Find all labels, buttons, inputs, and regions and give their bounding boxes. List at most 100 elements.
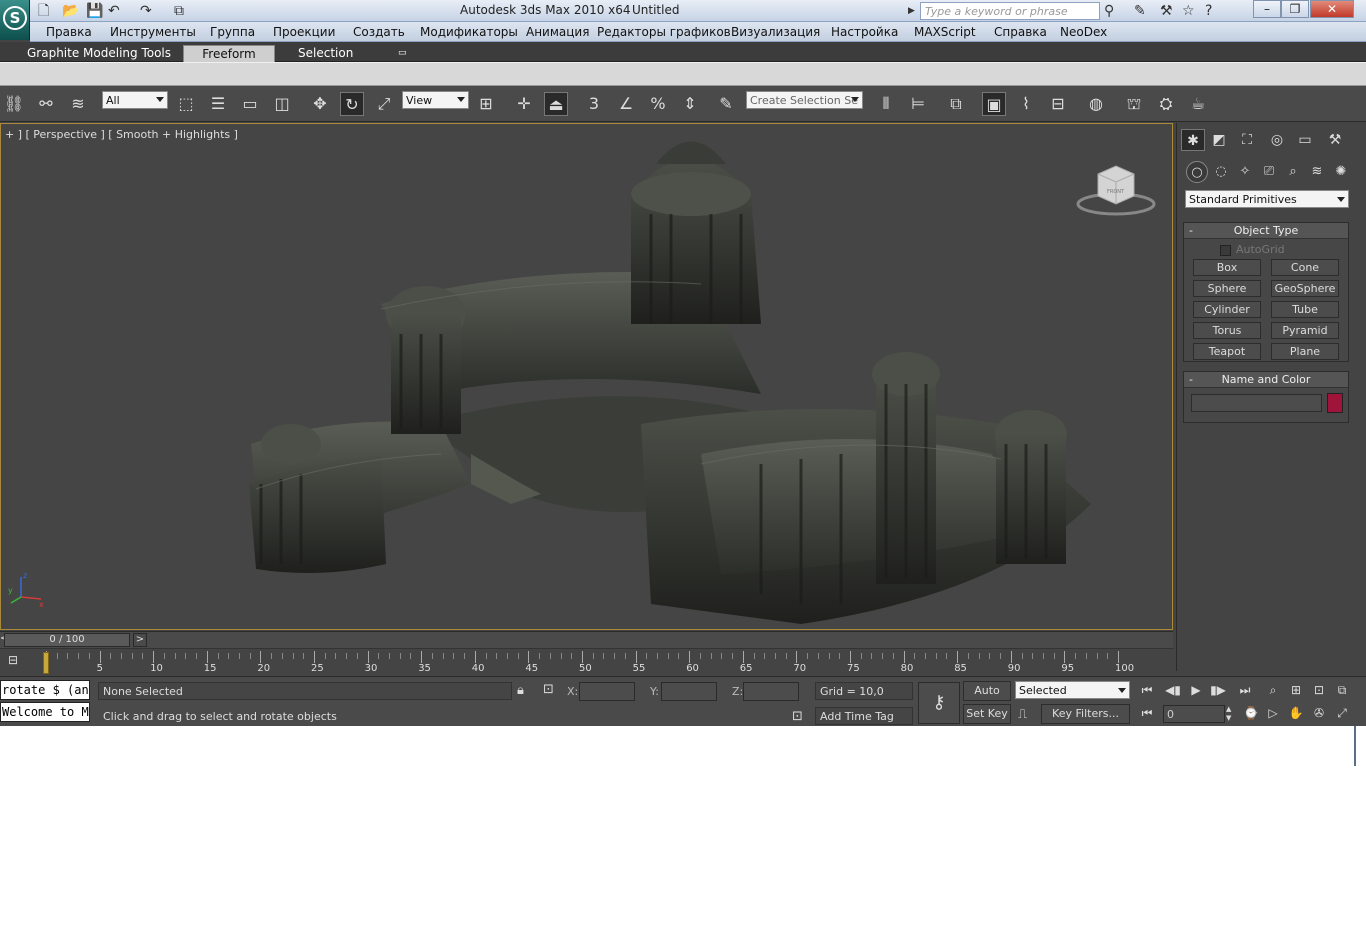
- undo-icon[interactable]: ↶: [108, 2, 120, 20]
- primitive-category-dropdown[interactable]: Standard Primitives: [1185, 190, 1349, 208]
- tab-freeform[interactable]: Freeform: [183, 45, 275, 62]
- select-by-name-icon[interactable]: ☰: [206, 92, 230, 116]
- menu-item[interactable]: Проекции: [273, 25, 335, 39]
- box-button[interactable]: Box: [1193, 259, 1261, 276]
- plane-button[interactable]: Plane: [1271, 343, 1339, 360]
- zoom-extents-icon[interactable]: ⊡: [1308, 680, 1330, 700]
- menu-item[interactable]: Редакторы графиков: [597, 25, 731, 39]
- ribbon-options-icon[interactable]: ▭: [388, 45, 417, 62]
- modify-tab-icon[interactable]: ◩: [1207, 129, 1231, 151]
- pivot-center-icon[interactable]: ⊞: [474, 92, 498, 116]
- menu-item[interactable]: Модификаторы: [420, 25, 518, 39]
- tab-selection[interactable]: Selection: [288, 45, 363, 62]
- mini-curve-editor-icon[interactable]: ⊟: [3, 653, 23, 671]
- menu-item[interactable]: NeoDex: [1060, 25, 1107, 39]
- previous-frame-icon[interactable]: ◀︎▮: [1162, 680, 1184, 700]
- communication-center-icon[interactable]: ✎: [1134, 2, 1146, 20]
- time-configuration-icon[interactable]: ⌚: [1240, 703, 1262, 723]
- time-slider-thumb[interactable]: 0 / 100: [4, 633, 130, 647]
- menu-item[interactable]: MAXScript: [914, 25, 976, 39]
- menu-item[interactable]: Настройка: [831, 25, 898, 39]
- time-slider[interactable]: < 0 / 100 >: [0, 631, 1173, 648]
- field-of-view-icon[interactable]: ▷: [1262, 703, 1284, 723]
- close-button[interactable]: ✕: [1310, 0, 1354, 18]
- next-frame-arrow[interactable]: >: [133, 633, 147, 647]
- lights-icon[interactable]: ✧: [1234, 161, 1256, 183]
- material-editor-icon[interactable]: ◍: [1084, 92, 1108, 116]
- teapot-button[interactable]: Teapot: [1193, 343, 1261, 360]
- perspective-viewport[interactable]: + ] [ Perspective ] [ Smooth + Highlight…: [0, 123, 1173, 630]
- select-object-icon[interactable]: ⬚: [174, 92, 198, 116]
- ribbon-title[interactable]: Graphite Modeling Tools: [17, 45, 181, 62]
- menu-item[interactable]: Инструменты: [110, 25, 196, 39]
- auto-key-button[interactable]: Auto Key: [963, 681, 1011, 715]
- scale-icon[interactable]: ⤢: [372, 92, 396, 116]
- cameras-icon[interactable]: ⎚: [1258, 161, 1280, 183]
- frame-spinner-icon[interactable]: ▲ ▼: [1226, 705, 1236, 723]
- zoom-icon[interactable]: ⌕: [1262, 680, 1284, 700]
- tube-button[interactable]: Tube: [1271, 301, 1339, 318]
- menu-item[interactable]: Группа: [210, 25, 255, 39]
- render-production-icon[interactable]: ☕: [1186, 92, 1210, 116]
- help-search-input[interactable]: Type a keyword or phrase: [920, 2, 1100, 20]
- reference-coordinate-dropdown[interactable]: View: [402, 91, 469, 109]
- absolute-relative-mode-icon[interactable]: ⊡: [543, 682, 554, 697]
- schematic-view-icon[interactable]: ⊟: [1046, 92, 1070, 116]
- shapes-icon[interactable]: ◌: [1210, 161, 1232, 183]
- layer-manager-icon[interactable]: ⧉: [944, 92, 968, 116]
- name-and-color-header[interactable]: - Name and Color: [1184, 372, 1348, 388]
- set-key-button[interactable]: Set Key: [963, 704, 1011, 724]
- named-selection-sets-dropdown[interactable]: Create Selection Se: [746, 91, 863, 109]
- cylinder-button[interactable]: Cylinder: [1193, 301, 1261, 318]
- curve-editor-icon[interactable]: ⌇: [1014, 92, 1038, 116]
- key-filters-button[interactable]: Key Filters...: [1041, 704, 1130, 724]
- minimize-button[interactable]: –: [1253, 0, 1281, 18]
- maximize-button[interactable]: ❐: [1281, 0, 1309, 18]
- binoculars-icon[interactable]: ⚲: [1104, 2, 1114, 20]
- pyramid-button[interactable]: Pyramid: [1271, 322, 1339, 339]
- systems-icon[interactable]: ✺: [1330, 161, 1352, 183]
- selection-lock-icon[interactable]: 🔒︎: [517, 683, 524, 698]
- torus-button[interactable]: Torus: [1193, 322, 1261, 339]
- object-name-input[interactable]: [1191, 394, 1322, 412]
- maxscript-mini-listener[interactable]: Welcome to M: [0, 702, 90, 722]
- edit-named-selection-icon[interactable]: ✎: [714, 92, 738, 116]
- menu-item[interactable]: Анимация: [526, 25, 589, 39]
- set-key-icon[interactable]: ⚷: [918, 682, 960, 724]
- y-coordinate-field[interactable]: [661, 682, 717, 701]
- project-folder-icon[interactable]: ⧉: [174, 2, 184, 20]
- z-coordinate-field[interactable]: [743, 682, 799, 701]
- zoom-extents-all-icon[interactable]: ⧉: [1331, 680, 1353, 700]
- window-crossing-icon[interactable]: ◫: [270, 92, 294, 116]
- autogrid-checkbox[interactable]: AutoGrid: [1220, 243, 1285, 256]
- object-color-swatch[interactable]: [1327, 393, 1343, 413]
- link-icon[interactable]: ⛓: [2, 92, 26, 116]
- cone-button[interactable]: Cone: [1271, 259, 1339, 276]
- snaps-toggle-icon[interactable]: 3: [582, 92, 606, 116]
- go-to-end-icon[interactable]: ⏭: [1234, 680, 1256, 700]
- percent-snap-icon[interactable]: %: [646, 92, 670, 116]
- keyboard-shortcut-override-icon[interactable]: ⏏: [544, 92, 568, 116]
- geometry-icon[interactable]: ○: [1186, 161, 1208, 183]
- favorites-star-icon[interactable]: ☆: [1182, 2, 1195, 20]
- hierarchy-tab-icon[interactable]: ⛶: [1235, 129, 1259, 151]
- frame-ruler[interactable]: 0510152025303540455055606570758085909510…: [40, 649, 1173, 677]
- orbit-icon[interactable]: ✇: [1308, 703, 1330, 723]
- rotate-icon[interactable]: ↻: [340, 92, 364, 116]
- mirror-icon[interactable]: ⫴: [874, 92, 898, 116]
- select-manipulate-icon[interactable]: ✛: [512, 92, 536, 116]
- current-frame-field[interactable]: 0: [1163, 705, 1225, 723]
- selection-filter-dropdown[interactable]: All: [102, 91, 168, 109]
- zoom-all-icon[interactable]: ⊞: [1285, 680, 1307, 700]
- move-icon[interactable]: ✥: [308, 92, 332, 116]
- space-warps-icon[interactable]: ≋: [1306, 161, 1328, 183]
- render-setup-icon[interactable]: ⛫: [1122, 92, 1146, 116]
- open-file-icon[interactable]: 📂: [62, 2, 79, 20]
- bind-space-warp-icon[interactable]: ≋: [66, 92, 90, 116]
- track-bar[interactable]: ⊟ 05101520253035404550556065707580859095…: [0, 648, 1173, 676]
- sphere-button[interactable]: Sphere: [1193, 280, 1261, 297]
- subscription-icon[interactable]: ⚒: [1160, 2, 1173, 20]
- menu-item[interactable]: Визуализация: [731, 25, 820, 39]
- current-frame-marker[interactable]: [43, 652, 49, 674]
- next-frame-icon[interactable]: ▮▶︎: [1207, 680, 1229, 700]
